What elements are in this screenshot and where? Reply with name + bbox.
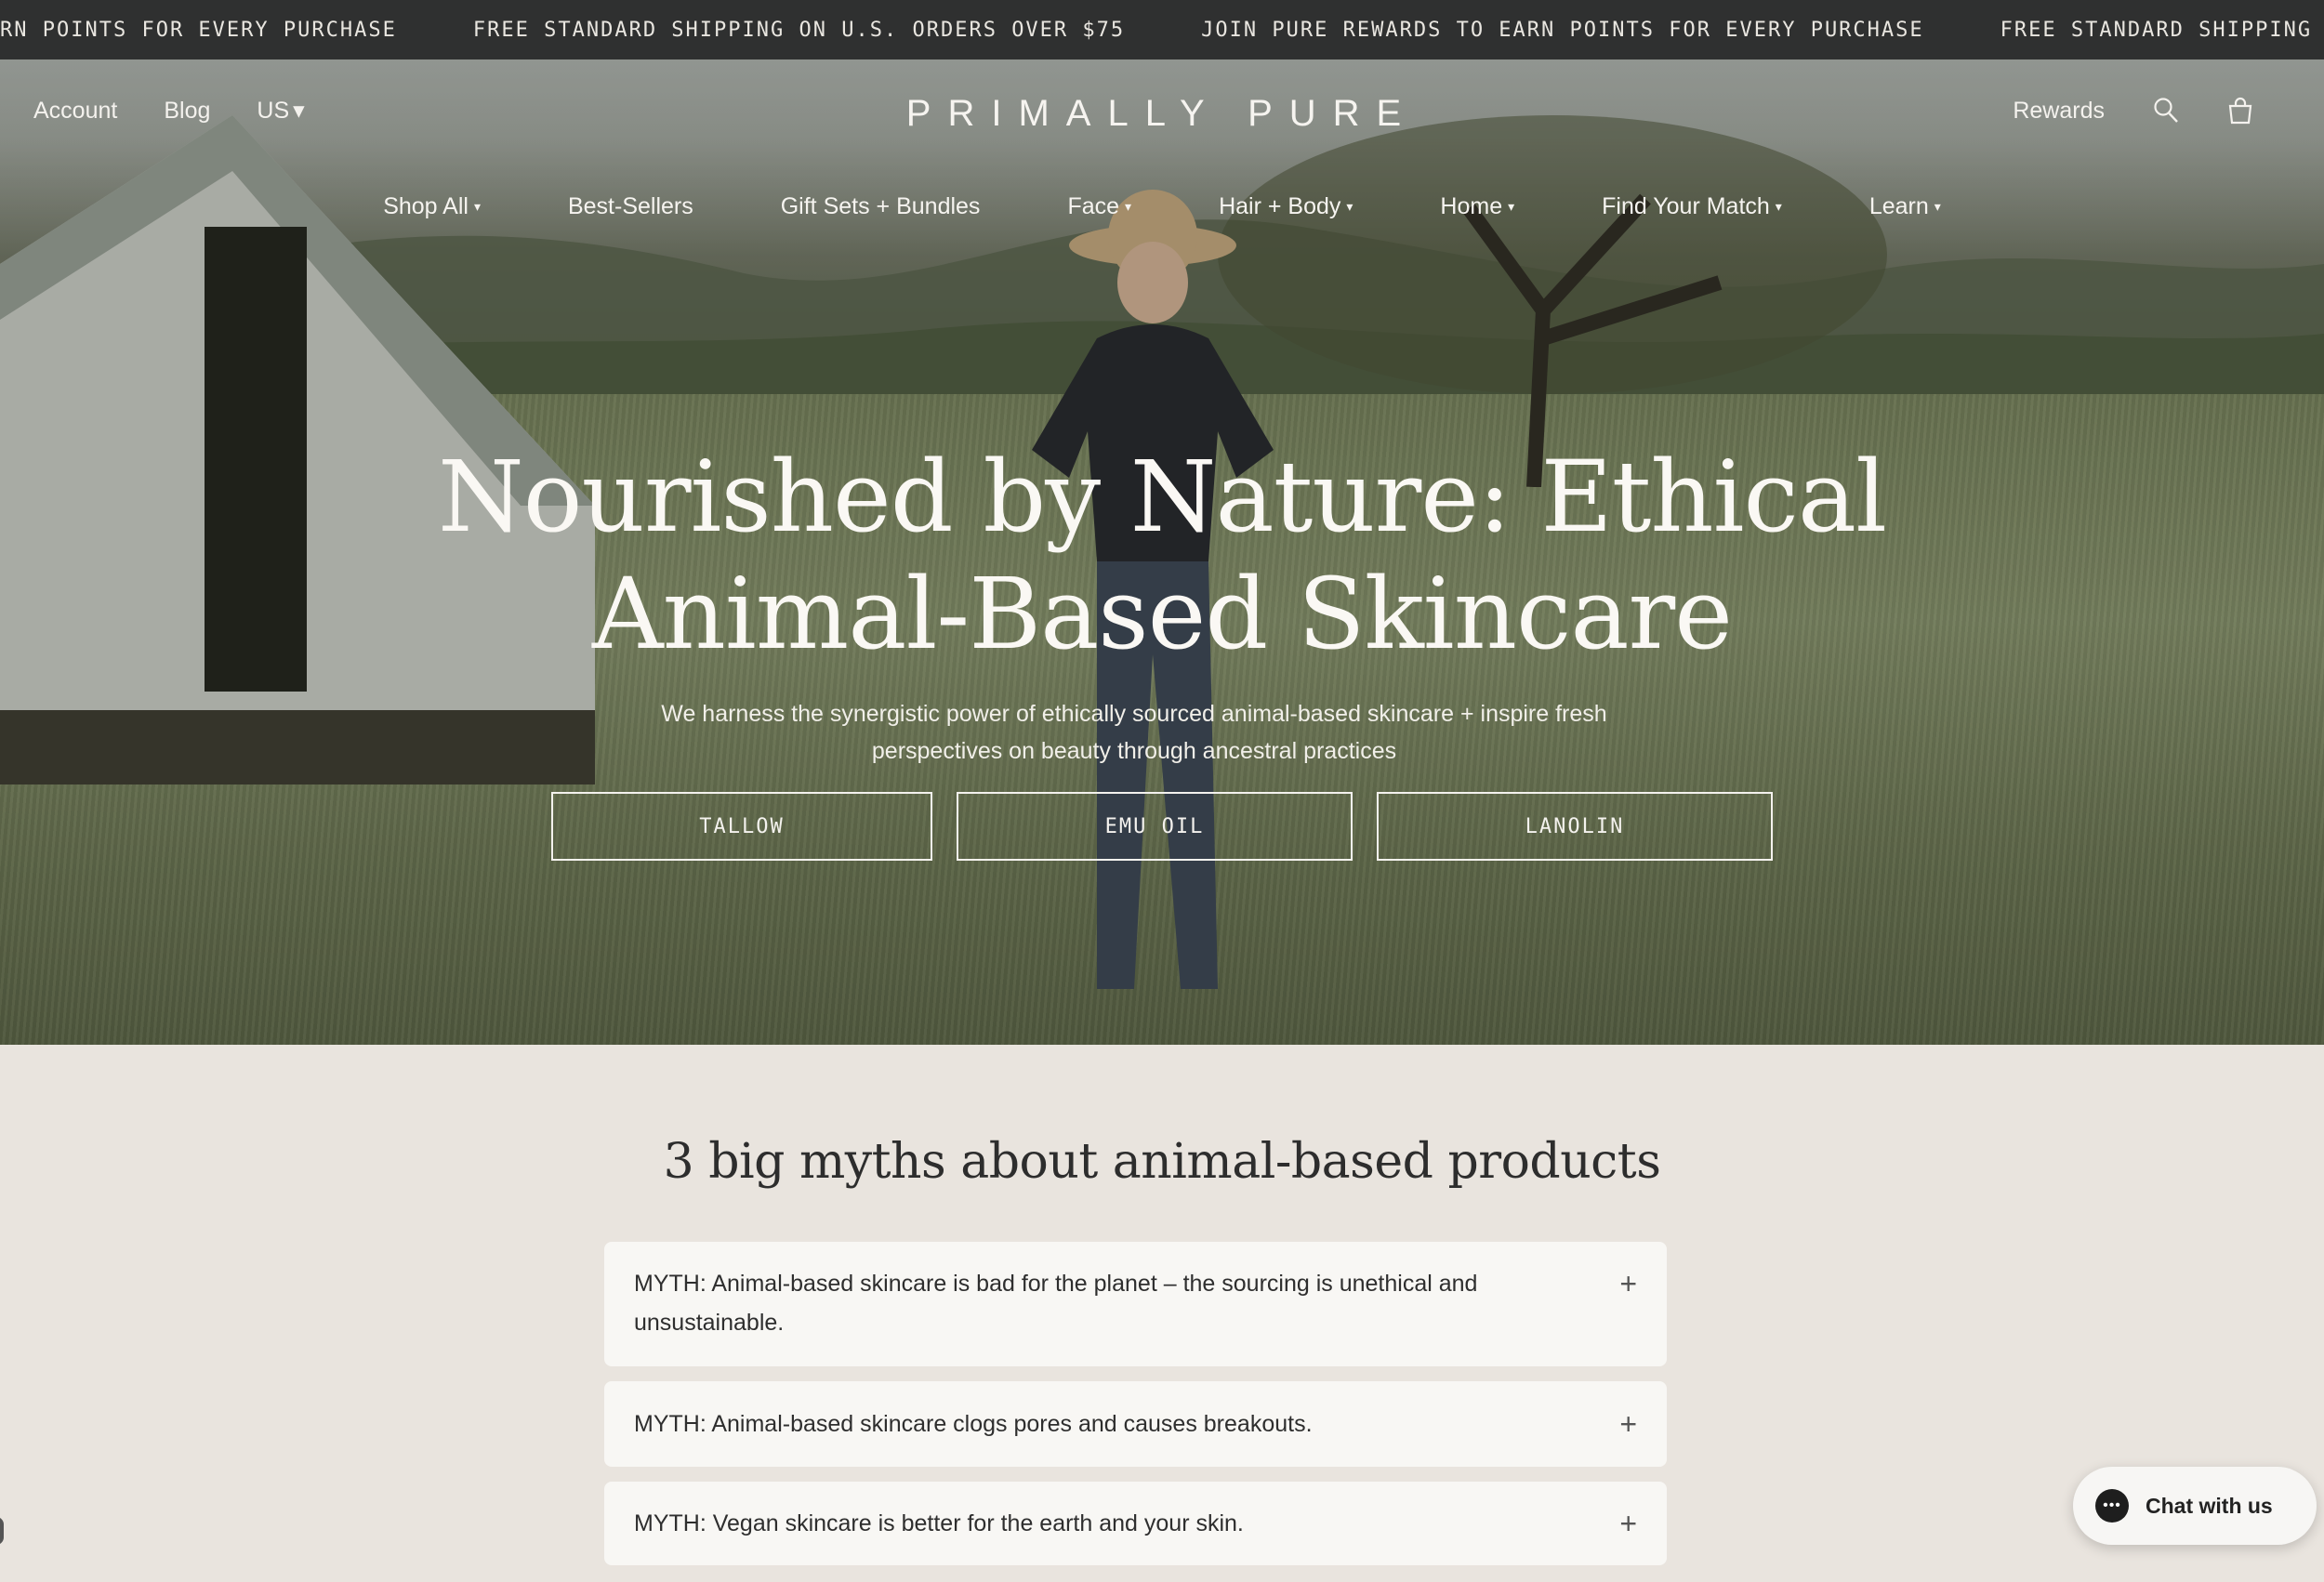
site-logo[interactable]: PRIMALLY PURE	[0, 93, 2324, 135]
myth-question: MYTH: Vegan skincare is better for the e…	[634, 1510, 1244, 1536]
plus-icon[interactable]: +	[1619, 1404, 1637, 1444]
chevron-down-icon: ▾	[1775, 199, 1782, 214]
myth-question: MYTH: Animal-based skincare clogs pores …	[634, 1411, 1313, 1437]
chevron-down-icon: ▾	[1508, 199, 1515, 214]
shopping-bag-icon[interactable]	[2227, 97, 2253, 125]
lanolin-button[interactable]: LANOLIN	[1377, 792, 1773, 861]
nav-item-face[interactable]: Face ▾	[1023, 193, 1175, 220]
nav-item-learn[interactable]: Learn ▾	[1826, 193, 1985, 220]
chevron-down-icon: ▾	[473, 199, 481, 214]
tallow-button[interactable]: TALLOW	[551, 792, 932, 861]
chat-widget-button[interactable]: ••• Chat with us	[2073, 1467, 2317, 1545]
nav-item-best-sellers[interactable]: Best-Sellers	[524, 193, 737, 220]
nav-item-hair-body[interactable]: Hair + Body ▾	[1175, 193, 1396, 220]
nav-item-label: Shop All	[383, 193, 469, 219]
nav-item-shop-all[interactable]: Shop All ▾	[339, 193, 524, 220]
plus-icon[interactable]: +	[1619, 1504, 1637, 1543]
announcement-bar: RN POINTS FOR EVERY PURCHASE FREE STANDA…	[0, 0, 2324, 59]
nav-item-label: Face	[1067, 193, 1120, 219]
myth-accordion-item[interactable]: MYTH: Animal-based skincare is bad for t…	[604, 1242, 1667, 1366]
chevron-down-icon: ▾	[1125, 199, 1132, 214]
hero-title: Nourished by Nature: Ethical Animal-Base…	[0, 439, 2324, 673]
emu-oil-button[interactable]: EMU OIL	[957, 792, 1353, 861]
chevron-down-icon: ▾	[1346, 199, 1353, 214]
main-navigation: Shop All ▾ Best-Sellers Gift Sets + Bundl…	[0, 193, 2324, 220]
hero-section: Account Blog US ▾ PRIMALLY PURE Rewards …	[0, 59, 2324, 1045]
nav-item-label: Home	[1440, 193, 1503, 219]
announcement-message: JOIN PURE REWARDS TO EARN POINTS FOR EVE…	[1201, 18, 1924, 42]
announcement-message: FREE STANDARD SHIPPING ON U.S. ORDERS OV…	[472, 18, 1126, 42]
hero-button-group: TALLOW EMU OIL LANOLIN	[0, 792, 2324, 861]
nav-item-label: Gift Sets + Bundles	[780, 193, 981, 219]
chat-bubble-icon: •••	[2095, 1489, 2129, 1523]
nav-item-home[interactable]: Home ▾	[1396, 193, 1558, 220]
nav-item-label: Learn	[1868, 193, 1929, 219]
rewards-link[interactable]: Rewards	[2013, 98, 2105, 125]
chat-label: Chat with us	[2146, 1493, 2273, 1518]
nav-item-label: Find Your Match	[1602, 193, 1770, 219]
plus-icon[interactable]: +	[1619, 1264, 1637, 1366]
search-icon[interactable]	[2153, 97, 2179, 125]
hero-title-line: Nourished by Nature: Ethical	[437, 440, 1887, 554]
myths-section-title: 3 big myths about animal-based products	[663, 1134, 1661, 1190]
nav-item-gift-sets[interactable]: Gift Sets + Bundles	[737, 193, 1024, 220]
chevron-down-icon: ▾	[1934, 199, 1941, 214]
myth-accordion-item[interactable]: MYTH: Animal-based skincare clogs pores …	[604, 1381, 1667, 1467]
myth-accordion-item[interactable]: MYTH: Vegan skincare is better for the e…	[604, 1482, 1667, 1565]
nav-item-find-your-match[interactable]: Find Your Match ▾	[1558, 193, 1826, 220]
hero-subtitle: We harness the synergistic power of ethi…	[661, 701, 1607, 764]
hero-title-line: Animal-Based Skincare	[592, 557, 1733, 671]
nav-item-label: Hair + Body	[1219, 193, 1341, 219]
myth-question: MYTH: Animal-based skincare is bad for t…	[634, 1271, 1478, 1336]
nav-item-label: Best-Sellers	[567, 193, 693, 219]
announcement-message: FREE STANDARD SHIPPING O	[2000, 18, 2324, 42]
side-tab-handle[interactable]	[0, 1517, 4, 1545]
announcement-message: RN POINTS FOR EVERY PURCHASE	[0, 18, 397, 42]
utility-nav-right: Rewards	[2013, 97, 2253, 125]
